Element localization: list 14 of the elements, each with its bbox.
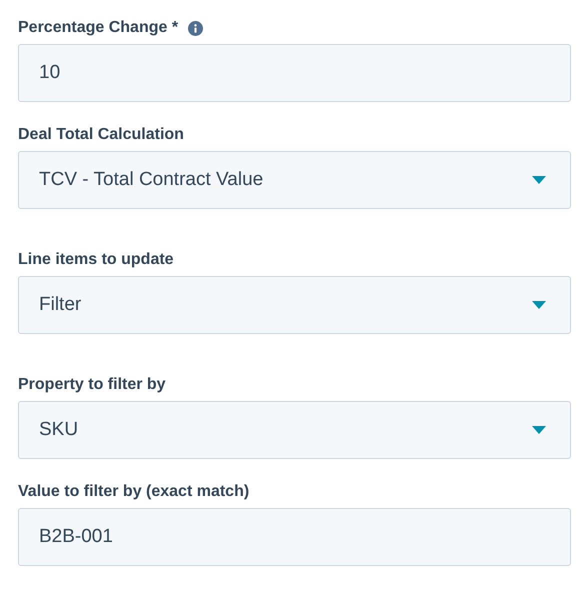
caret-icon	[532, 426, 546, 434]
field-label: Deal Total Calculation	[18, 126, 184, 144]
dropdown[interactable]: SKU	[18, 401, 571, 459]
dropdown[interactable]: Filter	[18, 276, 571, 334]
field-label: Percentage Change *	[18, 19, 178, 37]
field-label: Line items to update	[18, 251, 174, 269]
input-field[interactable]: 10	[18, 44, 571, 102]
info-icon[interactable]	[188, 20, 204, 36]
caret-icon	[532, 176, 546, 184]
field-label: Value to filter by (exact match)	[18, 483, 250, 501]
input-field[interactable]: B2B-001	[18, 508, 571, 566]
dropdown[interactable]: TCV - Total Contract Value	[18, 151, 571, 209]
caret-icon	[532, 301, 546, 309]
field-label: Property to filter by	[18, 376, 166, 394]
